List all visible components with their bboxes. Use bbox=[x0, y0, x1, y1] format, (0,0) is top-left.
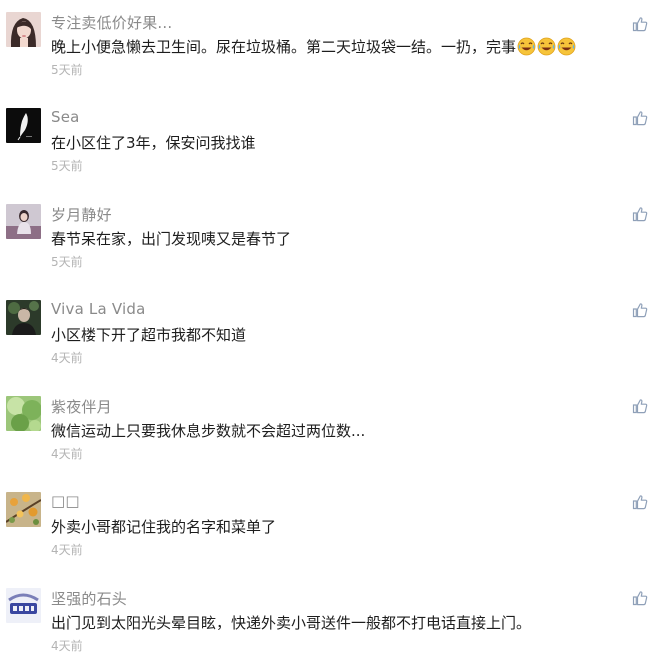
commenter-name[interactable]: Sea bbox=[51, 108, 80, 126]
comment-list: 专注卖低价好果... 晚上小便急懒去卫生间。尿在垃圾桶。第二天垃圾袋一结。一扔，… bbox=[0, 0, 658, 654]
commenter-name[interactable]: 岁月静好 bbox=[51, 204, 112, 225]
laugh-cry-emoji bbox=[557, 37, 576, 56]
comment-time: 5天前 bbox=[51, 63, 83, 77]
commenter-name[interactable]: Viva La Vida bbox=[51, 300, 145, 318]
green-nature-avatar[interactable] bbox=[6, 396, 41, 431]
comment-item: Sea 在小区住了3年，保安问我找谁 5天前 bbox=[0, 96, 658, 192]
comment-item: Viva La Vida 小区楼下开了超市我都不知道 4天前 bbox=[0, 288, 658, 384]
commenter-name[interactable]: 紫夜伴月 bbox=[51, 396, 112, 417]
comment-text: 小区楼下开了超市我都不知道 bbox=[51, 326, 247, 344]
comment-text: 在小区住了3年，保安问我找谁 bbox=[51, 134, 256, 152]
comment-time: 5天前 bbox=[51, 159, 83, 173]
commenter-name[interactable]: 专注卖低价好果... bbox=[51, 12, 172, 33]
comment-time: 4天前 bbox=[51, 351, 83, 365]
girl-portrait-avatar[interactable] bbox=[6, 12, 41, 47]
flower-branch-avatar[interactable] bbox=[6, 492, 41, 527]
comment-item: 坚强的石头 出门见到太阳光头晕目眩，快递外卖小哥送件一般都不打电话直接上门。 4… bbox=[0, 576, 658, 672]
thumbs-up-icon[interactable] bbox=[632, 494, 648, 510]
girl-sitting-avatar[interactable] bbox=[6, 204, 41, 239]
thumbs-up-icon[interactable] bbox=[632, 302, 648, 318]
thumbs-up-icon[interactable] bbox=[632, 16, 648, 32]
comment-time: 4天前 bbox=[51, 543, 83, 557]
comment-time: 4天前 bbox=[51, 639, 83, 653]
comment-text: 微信运动上只要我休息步数就不会超过两位数... bbox=[51, 422, 366, 440]
comment-item: 紫夜伴月 微信运动上只要我休息步数就不会超过两位数... 4天前 bbox=[0, 384, 658, 480]
laugh-cry-emoji bbox=[537, 37, 556, 56]
thumbs-up-icon[interactable] bbox=[632, 110, 648, 126]
comment-text: 出门见到太阳光头晕目眩，快递外卖小哥送件一般都不打电话直接上门。 bbox=[51, 614, 532, 632]
thumbs-up-icon[interactable] bbox=[632, 398, 648, 414]
laugh-cry-emoji bbox=[517, 37, 536, 56]
thumbs-up-icon[interactable] bbox=[632, 590, 648, 606]
feather-avatar[interactable] bbox=[6, 108, 41, 143]
comment-text-content: 晚上小便急懒去卫生间。尿在垃圾桶。第二天垃圾袋一结。一扔，完事 bbox=[51, 38, 517, 56]
commenter-name[interactable]: □□ bbox=[51, 492, 80, 510]
comment-item: □□ 外卖小哥都记住我的名字和菜单了 4天前 bbox=[0, 480, 658, 576]
thumbs-up-icon[interactable] bbox=[632, 206, 648, 222]
comment-time: 4天前 bbox=[51, 447, 83, 461]
dark-portrait-avatar[interactable] bbox=[6, 300, 41, 335]
comment-time: 5天前 bbox=[51, 255, 83, 269]
commenter-name[interactable]: 坚强的石头 bbox=[51, 588, 127, 609]
comment-text: 晚上小便急懒去卫生间。尿在垃圾桶。第二天垃圾袋一结。一扔，完事 bbox=[51, 36, 576, 57]
comment-item: 专注卖低价好果... 晚上小便急懒去卫生间。尿在垃圾桶。第二天垃圾袋一结。一扔，… bbox=[0, 0, 658, 96]
logo-text-avatar[interactable] bbox=[6, 588, 41, 623]
comment-text: 外卖小哥都记住我的名字和菜单了 bbox=[51, 518, 277, 536]
comment-text: 春节呆在家，出门发现咦又是春节了 bbox=[51, 230, 292, 248]
comment-item: 岁月静好 春节呆在家，出门发现咦又是春节了 5天前 bbox=[0, 192, 658, 288]
